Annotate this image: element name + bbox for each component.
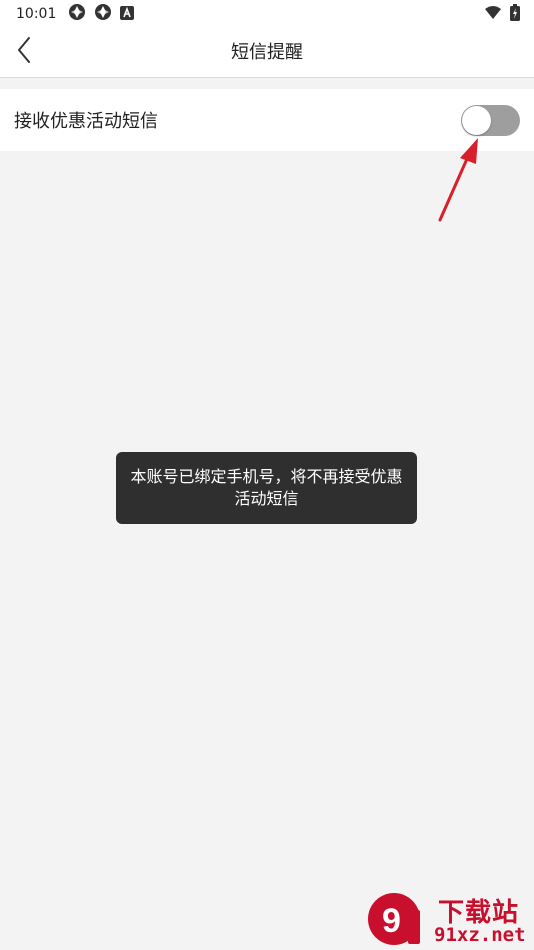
promo-sms-label: 接收优惠活动短信 — [14, 111, 158, 132]
back-button[interactable] — [8, 36, 40, 68]
app-bar: 短信提醒 — [0, 28, 534, 78]
app-notification-icon — [94, 3, 112, 25]
app-notification-icon — [68, 3, 86, 25]
status-time: 10:01 — [16, 6, 57, 22]
toggle-knob — [462, 105, 491, 135]
status-icons-right — [484, 3, 520, 25]
red-arrow-annotation — [438, 138, 478, 222]
status-bar: 10:01 — [0, 0, 534, 28]
toast-message: 本账号已绑定手机号，将不再接受优惠活动短信 — [116, 452, 417, 524]
wifi-icon — [484, 5, 502, 24]
promo-sms-toggle[interactable] — [461, 104, 520, 136]
watermark-domain: 91xz.net — [434, 924, 526, 946]
battery-icon — [510, 3, 520, 25]
status-icons-left — [68, 3, 135, 25]
watermark-logo-icon: 9 — [368, 893, 420, 945]
watermark: 9 下载站 91xz.net — [366, 890, 532, 948]
a-badge-icon — [120, 5, 135, 24]
toast-text: 本账号已绑定手机号，将不再接受优惠活动短信 — [130, 467, 403, 508]
watermark-logo-text: 9 — [382, 902, 401, 940]
page-title: 短信提醒 — [231, 42, 303, 63]
chevron-left-icon — [15, 36, 33, 68]
